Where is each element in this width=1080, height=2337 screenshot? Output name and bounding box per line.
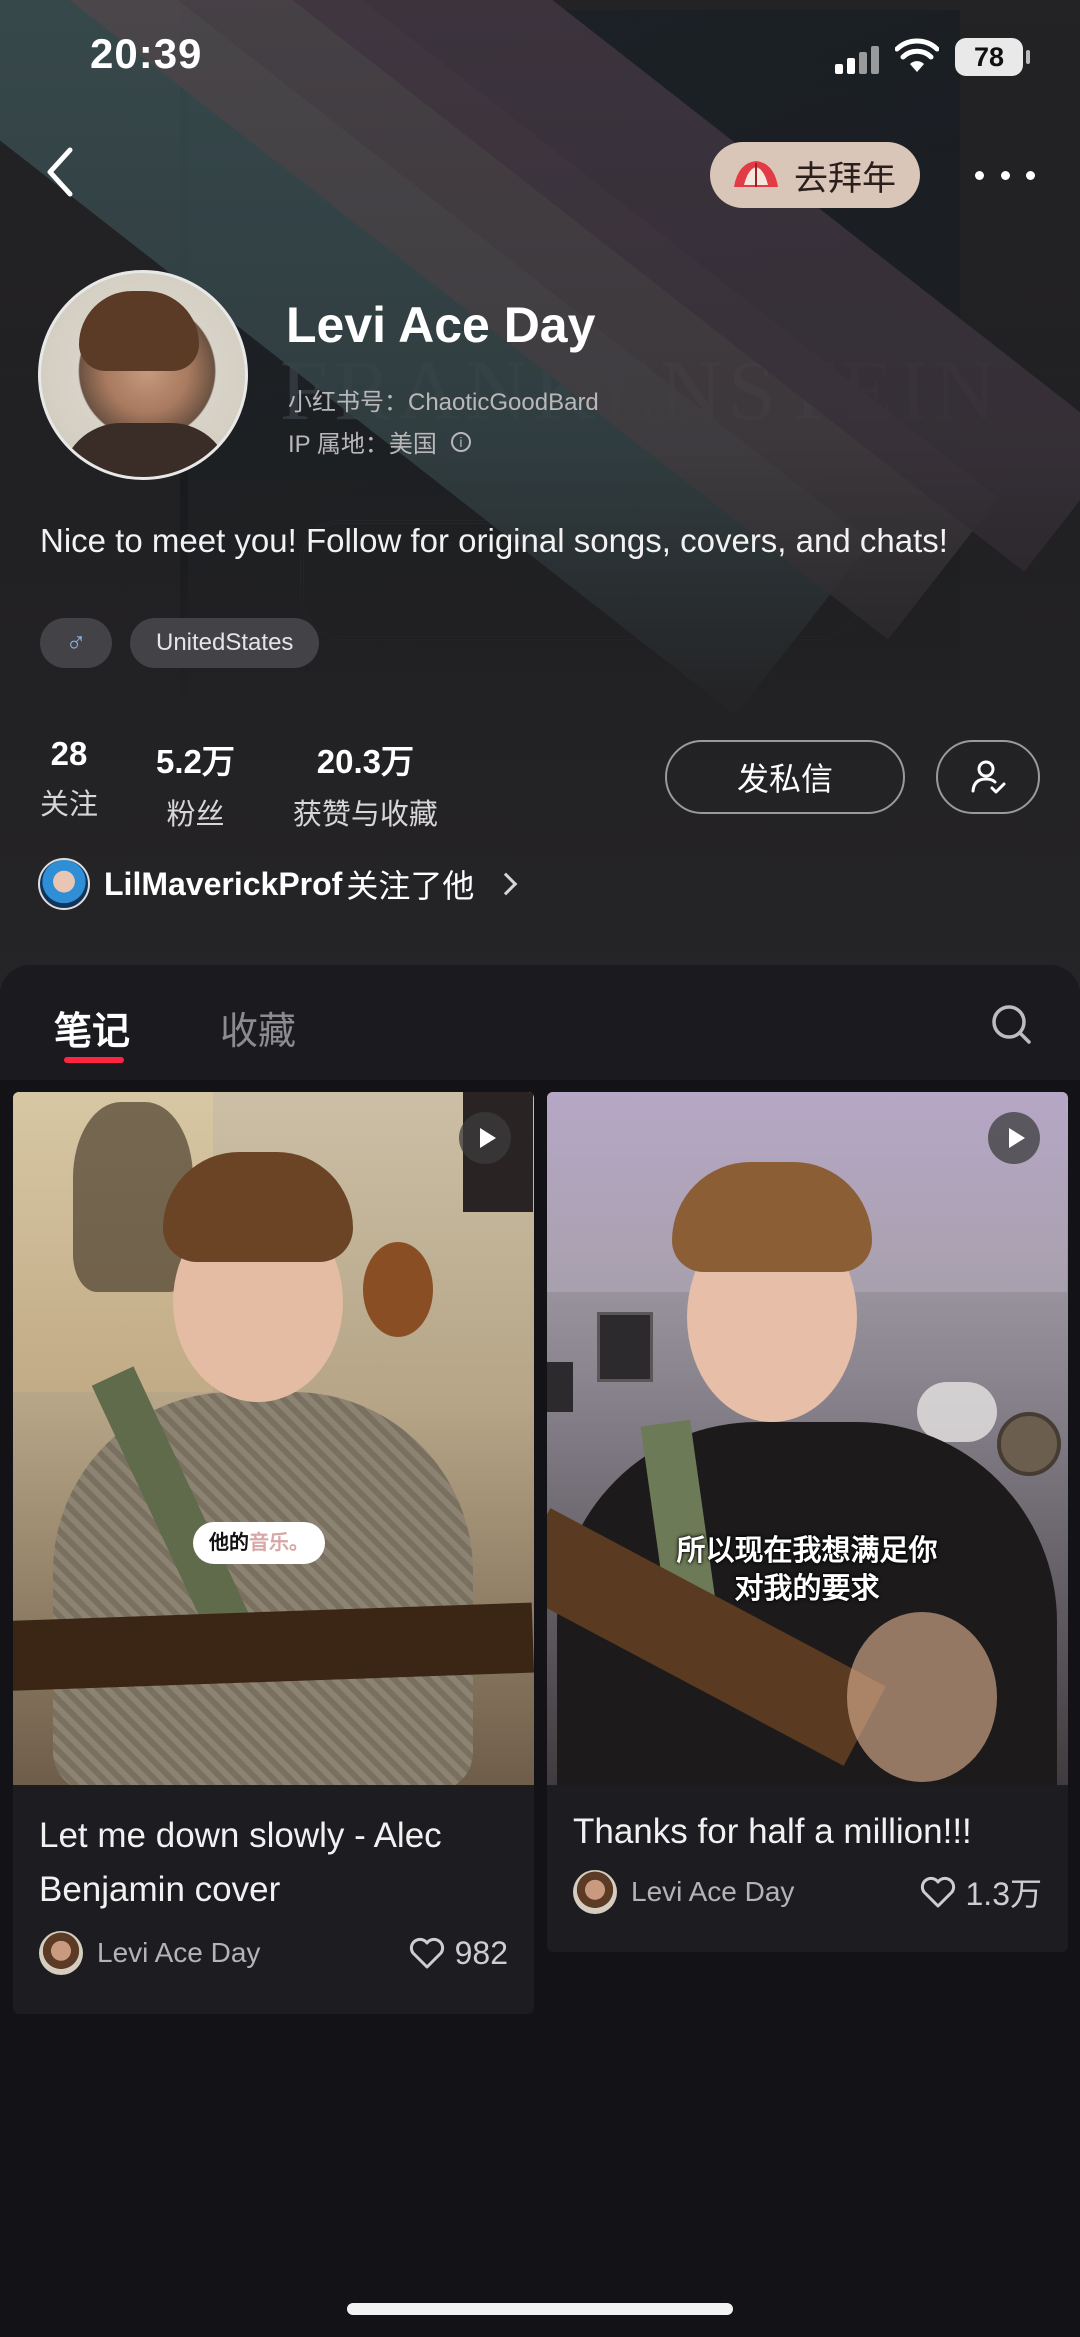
stat-likes-collects[interactable]: 20.3万 获赞与收藏	[293, 735, 438, 833]
play-icon	[459, 1112, 511, 1164]
follower-name: LilMaverickProf	[104, 865, 343, 902]
cellular-signal-icon	[835, 44, 881, 74]
tab-notes[interactable]: 笔记	[54, 1000, 130, 1055]
content-tabs: 笔记 收藏	[0, 965, 1080, 1080]
author-name: Levi Ace Day	[97, 1937, 261, 1968]
profile-avatar[interactable]	[38, 270, 248, 480]
home-indicator[interactable]	[347, 2303, 733, 2315]
stat-value: 28	[50, 735, 88, 772]
profile-tags: ♂ UnitedStates	[40, 618, 320, 668]
stat-label: 获赞与收藏	[292, 799, 438, 831]
video-caption: 他的音乐。	[193, 1522, 325, 1564]
note-title: Thanks for half a million!!!	[573, 1812, 972, 1851]
follower-avatar	[38, 858, 90, 910]
tab-collections[interactable]: 收藏	[220, 1000, 296, 1055]
like-count: 1.3万	[965, 1876, 1043, 1912]
stat-followers[interactable]: 5.2万 粉丝	[156, 735, 235, 833]
battery-icon: 78	[955, 38, 1030, 76]
heart-icon	[409, 1937, 444, 1969]
back-arrow-icon[interactable]	[40, 142, 80, 202]
male-icon: ♂	[65, 627, 87, 658]
profile-name: Levi Ace Day	[286, 297, 596, 353]
video-subtitle: 所以现在我想满足你对我的要求	[676, 1535, 938, 1605]
gender-tag: ♂	[40, 618, 112, 668]
followed-text: 关注了他	[346, 868, 475, 904]
note-author[interactable]: Levi Ace Day	[39, 1931, 260, 1975]
note-video-thumbnail[interactable]: 所以现在我想满足你对我的要求	[547, 1092, 1068, 1785]
note-card[interactable]: 所以现在我想满足你对我的要求 Thanks for half a million…	[547, 1092, 1068, 1952]
ip-location: IP 属地：美国 i	[288, 424, 471, 459]
search-icon[interactable]	[990, 1003, 1032, 1045]
profile-header-background: FRANKENSTEIN	[0, 0, 1080, 990]
following-status-button[interactable]	[936, 740, 1040, 814]
stat-label: 粉丝	[166, 799, 225, 831]
like-button[interactable]: 1.3万	[920, 1869, 1043, 1915]
status-bar: 20:39 78	[0, 0, 1080, 110]
like-button[interactable]: 982	[409, 1935, 508, 1972]
note-meta: Levi Ace Day 982	[13, 1931, 534, 1975]
status-time: 20:39	[90, 30, 203, 77]
like-count: 982	[454, 1934, 508, 1971]
ip-location-text: IP 属地：美国	[288, 431, 437, 458]
note-video-thumbnail[interactable]: 他的音乐。	[13, 1092, 534, 1785]
user-check-icon	[971, 760, 1006, 794]
more-options-icon[interactable]	[975, 160, 1035, 190]
note-title: Let me down slowly - Alec Benjamin cover	[39, 1816, 442, 1909]
new-year-greeting-button[interactable]: 去拜年	[710, 142, 920, 208]
author-avatar	[39, 1931, 83, 1975]
stat-label: 关注	[40, 789, 99, 821]
followed-by-row[interactable]: LilMaverickProf 关注了他	[38, 858, 518, 910]
heart-icon	[920, 1876, 955, 1908]
profile-stats: 28 关注 5.2万 粉丝 20.3万 获赞与收藏	[40, 735, 438, 833]
note-meta: Levi Ace Day 1.3万	[547, 1869, 1068, 1915]
info-icon[interactable]: i	[450, 431, 471, 452]
new-year-greeting-label: 去拜年	[794, 159, 896, 198]
note-card[interactable]: 他的音乐。 Let me down slowly - Alec Benjamin…	[13, 1092, 534, 2014]
active-tab-indicator	[64, 1057, 124, 1063]
header-overlay	[0, 0, 1080, 990]
wifi-icon	[895, 38, 939, 72]
location-tag: UnitedStates	[130, 618, 320, 668]
author-name: Levi Ace Day	[631, 1876, 795, 1907]
redbook-id[interactable]: 小红书号：ChaoticGoodBard	[288, 382, 599, 417]
play-icon	[988, 1112, 1040, 1164]
fan-icon	[734, 161, 778, 187]
author-avatar	[573, 1870, 617, 1914]
stat-value: 5.2万	[156, 743, 235, 780]
note-author[interactable]: Levi Ace Day	[573, 1870, 794, 1914]
send-message-button[interactable]: 发私信	[665, 740, 905, 814]
notes-feed: 他的音乐。 Let me down slowly - Alec Benjamin…	[0, 1080, 1080, 2337]
profile-bio: Nice to meet you! Follow for original so…	[40, 522, 948, 559]
stat-value: 20.3万	[316, 743, 415, 780]
chevron-right-icon	[495, 872, 518, 896]
stat-following[interactable]: 28 关注	[40, 735, 98, 833]
